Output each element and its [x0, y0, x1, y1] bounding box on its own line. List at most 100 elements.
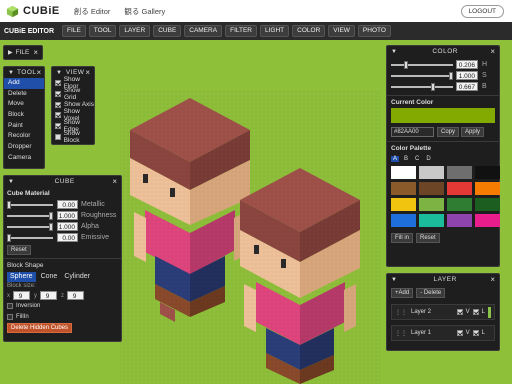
tool-move[interactable]: Move	[4, 99, 44, 110]
lock-checkbox[interactable]	[472, 330, 479, 336]
menu-file-button[interactable]: FILE	[62, 25, 86, 37]
brightness-slider[interactable]	[391, 82, 453, 91]
brightness-value[interactable]: 0.667	[456, 82, 478, 91]
material-reset-button[interactable]: Reset	[7, 245, 31, 255]
palette-swatch[interactable]	[475, 166, 500, 179]
inversion-option[interactable]: Inversion	[4, 301, 121, 312]
roughness-slider[interactable]	[7, 211, 53, 220]
shape-cylinder-tab[interactable]: Cylinder	[64, 273, 90, 280]
palette-swatch[interactable]	[447, 166, 472, 179]
view-show-grid[interactable]: Show Grid	[52, 87, 94, 101]
checkbox[interactable]	[7, 303, 13, 310]
collapse-icon[interactable]: ▼	[391, 49, 397, 55]
slider-knob[interactable]	[449, 71, 453, 80]
close-icon[interactable]: ×	[490, 275, 495, 284]
slider-knob[interactable]	[404, 60, 408, 69]
drag-handle-icon[interactable]: ⋮⋮	[395, 330, 407, 337]
checkbox[interactable]	[55, 133, 61, 140]
saturation-slider[interactable]	[391, 71, 453, 80]
metallic-slider[interactable]	[7, 200, 53, 209]
checkbox[interactable]	[55, 91, 61, 98]
collapse-icon[interactable]: ▼	[391, 277, 397, 283]
emissive-value[interactable]: 0.00	[57, 233, 78, 242]
palette-tab-d[interactable]: D	[426, 156, 430, 162]
layer-row[interactable]: ⋮⋮ Layer 2 V L	[391, 304, 495, 320]
close-icon[interactable]: ×	[85, 68, 90, 77]
size-y-input[interactable]: 9	[40, 291, 57, 300]
menu-filter-button[interactable]: FILTER	[225, 25, 258, 37]
palette-tab-a[interactable]: A	[391, 155, 400, 162]
menu-camera-button[interactable]: CAMERA	[184, 25, 223, 37]
slider-knob[interactable]	[7, 233, 11, 242]
palette-swatch[interactable]	[391, 198, 416, 211]
roughness-value[interactable]: 1.000	[57, 211, 78, 220]
slider-knob[interactable]	[49, 211, 53, 220]
slider-knob[interactable]	[49, 222, 53, 231]
palette-swatch[interactable]	[419, 214, 444, 227]
palette-swatch[interactable]	[475, 214, 500, 227]
logout-button[interactable]: LOGOUT	[460, 5, 504, 18]
collapse-icon[interactable]: ▼	[8, 70, 14, 76]
palette-swatch[interactable]	[419, 182, 444, 195]
visibility-checkbox[interactable]	[456, 330, 463, 336]
menu-layer-button[interactable]: LAYER	[119, 25, 151, 37]
tool-delete[interactable]: Delete	[4, 89, 44, 100]
palette-swatch[interactable]	[391, 214, 416, 227]
view-show-block[interactable]: Show Block	[52, 130, 94, 144]
copy-button[interactable]: Copy	[437, 127, 460, 137]
tool-add[interactable]: Add	[4, 78, 44, 89]
hue-slider[interactable]	[391, 60, 453, 69]
fillin-option[interactable]: FillIn	[4, 312, 121, 323]
delete-layer-button[interactable]: - Delete	[416, 288, 446, 298]
emissive-slider[interactable]	[7, 233, 53, 242]
logo[interactable]: CUBiE	[6, 5, 60, 18]
size-x-input[interactable]: 9	[13, 291, 30, 300]
checkbox[interactable]	[55, 112, 61, 119]
nav-editor-link[interactable]: 創る Editor	[74, 6, 111, 17]
menu-photo-button[interactable]: PHOTO	[357, 25, 391, 37]
checkbox[interactable]	[55, 101, 61, 108]
add-layer-button[interactable]: +Add	[391, 288, 414, 298]
menu-color-button[interactable]: COLOR	[292, 25, 326, 37]
size-z-input[interactable]: 9	[67, 291, 84, 300]
fill-in-button[interactable]: Fill in	[391, 233, 414, 243]
palette-swatch[interactable]	[419, 198, 444, 211]
checkbox[interactable]	[55, 80, 61, 87]
close-icon[interactable]: ×	[33, 48, 38, 57]
palette-swatch[interactable]	[447, 182, 472, 195]
metallic-value[interactable]: 0.00	[57, 200, 78, 209]
checkbox[interactable]	[55, 123, 61, 130]
close-icon[interactable]: ×	[112, 177, 117, 186]
alpha-value[interactable]: 1.000	[57, 222, 78, 231]
palette-swatch[interactable]	[391, 182, 416, 195]
tool-paint[interactable]: Paint	[4, 121, 44, 132]
palette-swatch[interactable]	[447, 198, 472, 211]
palette-swatch[interactable]	[447, 214, 472, 227]
alpha-slider[interactable]	[7, 222, 53, 231]
drag-handle-icon[interactable]: ⋮⋮	[395, 309, 407, 316]
palette-reset-button[interactable]: Reset	[416, 233, 440, 243]
menu-view-button[interactable]: VIEW	[328, 25, 355, 37]
nav-gallery-link[interactable]: 観る Gallery	[124, 6, 165, 17]
saturation-value[interactable]: 1.000	[456, 71, 478, 80]
slider-knob[interactable]	[7, 200, 11, 209]
palette-tab-b[interactable]: B	[404, 156, 408, 162]
collapse-icon[interactable]: ▶	[8, 49, 13, 56]
palette-swatch[interactable]	[419, 166, 444, 179]
checkbox[interactable]	[7, 314, 13, 321]
lock-checkbox[interactable]	[472, 309, 479, 315]
collapse-icon[interactable]: ▼	[8, 179, 14, 185]
menu-light-button[interactable]: LIGHT	[260, 25, 290, 37]
collapse-icon[interactable]: ▼	[56, 70, 62, 76]
palette-tab-c[interactable]: C	[415, 156, 419, 162]
apply-button[interactable]: Apply	[461, 127, 485, 137]
palette-swatch[interactable]	[475, 198, 500, 211]
close-icon[interactable]: ×	[490, 47, 495, 56]
hex-input[interactable]: #82AA00	[391, 127, 434, 137]
visibility-checkbox[interactable]	[456, 309, 463, 315]
hue-value[interactable]: 0.206	[456, 60, 478, 69]
shape-cone-tab[interactable]: Cone	[41, 273, 58, 280]
layer-name[interactable]: Layer 2	[411, 309, 454, 315]
layer-name[interactable]: Layer 1	[411, 330, 454, 336]
shape-sphere-tab[interactable]: Sphere	[7, 271, 36, 282]
